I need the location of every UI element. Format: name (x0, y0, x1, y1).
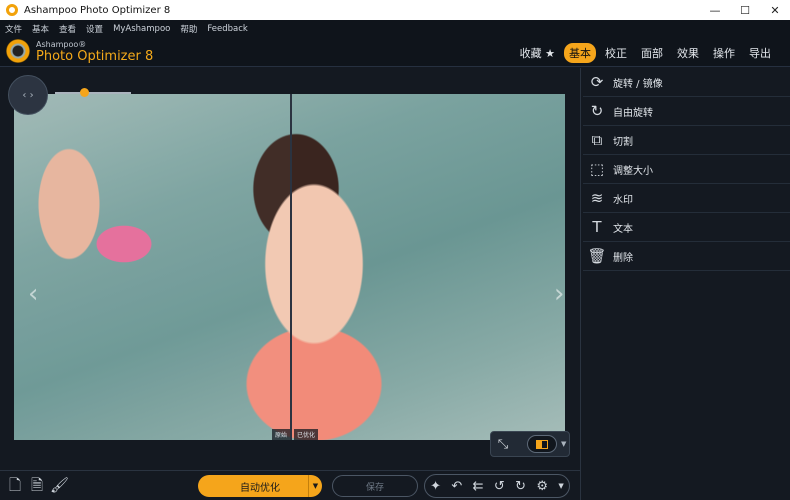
menu-view[interactable]: 查看 (54, 23, 81, 35)
close-button[interactable]: ✕ (760, 0, 790, 20)
tab-basic[interactable]: 基本 (564, 43, 596, 63)
panel-item-label: 旋转 / 镜像 (613, 78, 663, 90)
original-label: 原始 (272, 429, 291, 440)
maximize-button[interactable]: ☐ (730, 0, 760, 20)
zoom-slider[interactable] (55, 92, 131, 94)
menu-file[interactable]: 文件 (0, 23, 27, 35)
watermark-icon: ≋ (590, 189, 604, 207)
app-header: Ashampoo® Photo Optimizer 8 收藏 ★ 基本 校正 面… (0, 37, 790, 67)
tab-correction[interactable]: 校正 (600, 43, 632, 63)
chevron-down-icon[interactable]: ▼ (308, 475, 322, 497)
zoom-slider-thumb[interactable] (80, 88, 89, 97)
panel-item-label: 水印 (613, 194, 633, 206)
clear-brush-icon[interactable]: 🖌 (50, 476, 69, 494)
brand-product: Photo Optimizer 8 (36, 49, 154, 64)
panel-item-label: 自由旋转 (613, 107, 653, 119)
add-folder-icon[interactable]: 🗎 (28, 476, 46, 494)
photo-preview[interactable]: 原始 已优化 ‹ › (14, 94, 565, 440)
save-button[interactable]: 保存 (332, 475, 418, 497)
panel-item-delete[interactable]: 🗑 删除 (583, 242, 790, 271)
menu-settings[interactable]: 设置 (81, 23, 108, 35)
auto-optimize-label: 自动优化 (240, 482, 280, 494)
auto-optimize-button[interactable]: 自动优化 ▼ (198, 475, 322, 497)
panel-item-free-rotate[interactable]: ↻ 自由旋转 (583, 97, 790, 126)
menu-feedback[interactable]: Feedback (202, 24, 252, 34)
chevron-down-icon[interactable]: ▼ (561, 440, 566, 448)
delete-icon: 🗑 (587, 247, 607, 265)
split-view-toggle[interactable] (527, 435, 557, 453)
panel-item-label: 切割 (613, 136, 633, 148)
tab-favorites[interactable]: 收藏 ★ (515, 43, 560, 63)
menu-basic[interactable]: 基本 (27, 23, 54, 35)
split-view-icon (536, 439, 548, 449)
panel-item-rotate-mirror[interactable]: ⟳ 旋转 / 镜像 (583, 68, 790, 97)
panel-item-resize[interactable]: ⬚ 调整大小 (583, 155, 790, 184)
minimize-button[interactable]: — (700, 0, 730, 20)
brand-company: Ashampoo® (36, 40, 87, 49)
view-mode-control: ⤡ ▼ (490, 431, 570, 457)
gear-icon[interactable]: ⚙ (536, 479, 548, 494)
ashampoo-logo-icon (6, 39, 30, 63)
edit-tools-group: ✦ ↶ ⇇ ↺ ↻ ⚙ ▼ (424, 474, 570, 498)
panel-item-watermark[interactable]: ≋ 水印 (583, 184, 790, 213)
optimized-label: 已优化 (294, 429, 319, 440)
previous-image-icon[interactable]: ‹ (28, 279, 38, 309)
magic-wand-icon[interactable]: ✦ (430, 479, 441, 494)
panel-item-crop[interactable]: ⧉ 切割 (583, 126, 790, 155)
tab-face[interactable]: 面部 (636, 43, 668, 63)
title-bar: Ashampoo Photo Optimizer 8 — ☐ ✕ (0, 0, 790, 20)
rotate-left-icon[interactable]: ↺ (494, 479, 505, 494)
menu-help[interactable]: 帮助 (175, 23, 202, 35)
tab-export[interactable]: 导出 (744, 43, 776, 63)
crop-icon: ⧉ (591, 131, 603, 149)
pan-control-icon[interactable]: ‹ › (8, 75, 48, 115)
panel-item-text[interactable]: T 文本 (583, 213, 790, 242)
image-viewer: 原始 已优化 ‹ › ‹ › ⤡ ▼ (0, 68, 578, 470)
menu-bar: 文件 基本 查看 设置 MyAshampoo 帮助 Feedback (0, 20, 790, 37)
tools-panel: ⟳ 旋转 / 镜像 ↻ 自由旋转 ⧉ 切割 ⬚ 调整大小 ≋ 水印 T 文本 🗑… (580, 68, 790, 500)
original-half (14, 94, 290, 440)
window-controls: — ☐ ✕ (700, 0, 790, 20)
fit-to-window-icon[interactable]: ⤡ (491, 437, 515, 452)
tab-operations[interactable]: 操作 (708, 43, 740, 63)
undo-icon[interactable]: ↶ (451, 479, 462, 494)
add-file-icon[interactable]: 🗋 (6, 476, 24, 494)
window-title: Ashampoo Photo Optimizer 8 (24, 4, 171, 16)
resize-icon: ⬚ (589, 160, 605, 178)
rotate-icon: ⟳ (590, 73, 604, 91)
app-icon (6, 4, 18, 16)
next-image-icon[interactable]: › (554, 279, 564, 309)
free-rotate-icon: ↻ (590, 102, 604, 120)
compare-split-handle[interactable] (290, 94, 292, 440)
panel-item-label: 调整大小 (613, 165, 653, 177)
undo-all-icon[interactable]: ⇇ (473, 479, 484, 494)
split-labels: 原始 已优化 (272, 429, 319, 440)
bottom-toolbar: 🗋 🗎 🖌 自动优化 ▼ 保存 ✦ ↶ ⇇ ↺ ↻ ⚙ ▼ (0, 470, 580, 500)
tab-effects[interactable]: 效果 (672, 43, 704, 63)
text-icon: T (592, 218, 602, 236)
chevron-down-icon[interactable]: ▼ (558, 482, 563, 490)
top-navigation: 收藏 ★ 基本 校正 面部 效果 操作 导出 (515, 43, 776, 63)
panel-item-label: 删除 (613, 252, 633, 264)
panel-item-label: 文本 (613, 223, 633, 235)
menu-myashampoo[interactable]: MyAshampoo (108, 24, 175, 34)
rotate-right-icon[interactable]: ↻ (515, 479, 526, 494)
